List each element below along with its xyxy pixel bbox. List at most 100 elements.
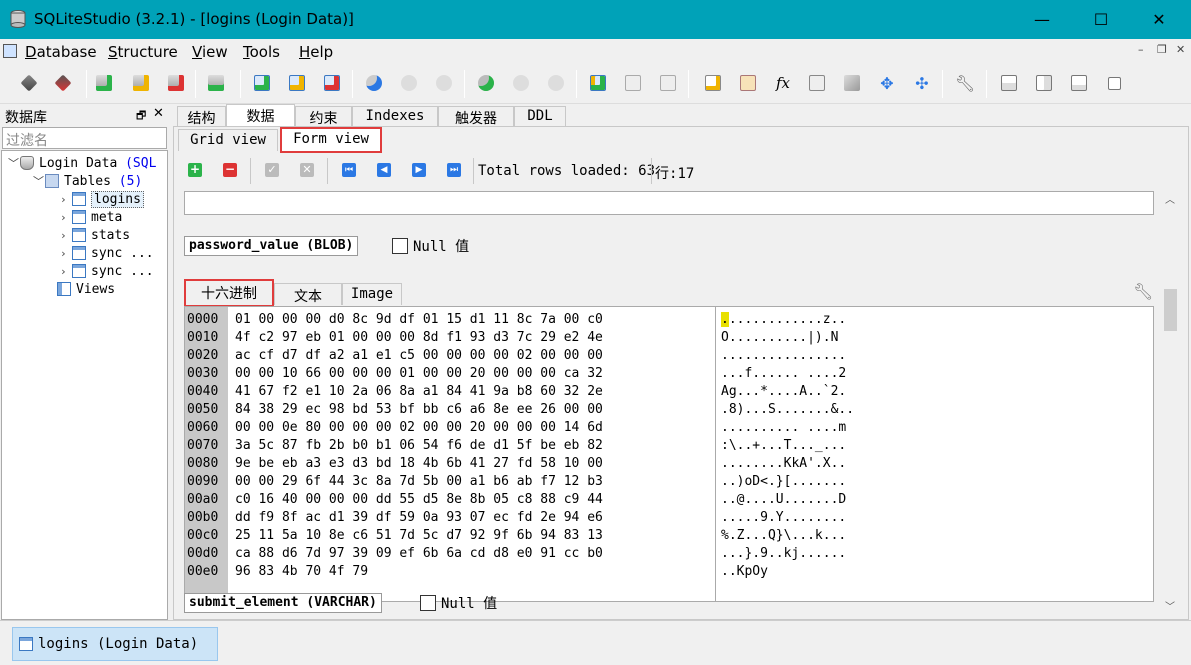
chevron-right-icon[interactable]: › (60, 247, 72, 260)
hex-ascii[interactable]: ........KkA'.X.. (721, 455, 846, 473)
hex-ascii[interactable]: %.Z...Q}\...k... (721, 527, 846, 545)
panel-float-icon[interactable]: 🗗︎ (136, 107, 146, 126)
add-view-icon[interactable] (587, 72, 609, 94)
add-index-icon[interactable] (363, 72, 385, 94)
chevron-down-icon[interactable]: ﹀ (8, 155, 20, 171)
tab-constraints[interactable]: 约束 (295, 106, 352, 127)
chevron-right-icon[interactable]: › (60, 229, 72, 242)
hex-ascii[interactable]: ..@....U.......D (721, 491, 846, 509)
null-checkbox[interactable]: Null 值 (420, 595, 497, 612)
edit-trigger-icon[interactable] (510, 72, 532, 94)
disconnect-icon[interactable] (52, 72, 74, 94)
tree-item-login-data[interactable]: ﹀ Login Data (SQL (8, 154, 156, 172)
hex-ascii[interactable]: ................ (721, 347, 846, 365)
maximize-button[interactable]: ☐ (1078, 0, 1124, 39)
mdi-window-icon[interactable] (3, 44, 17, 58)
tab-image[interactable]: Image (342, 283, 402, 305)
previous-row-icon[interactable]: ◀ (377, 163, 391, 177)
tab-form-view[interactable]: Form view (280, 127, 382, 153)
minimize-button[interactable]: — (1019, 0, 1065, 39)
hex-bytes[interactable]: ac cf d7 df a2 a1 e1 c5 00 00 00 00 02 0… (235, 347, 603, 365)
hex-ascii[interactable]: .....9.Y........ (721, 509, 846, 527)
chevron-right-icon[interactable]: › (60, 265, 72, 278)
form-scrollbar[interactable]: ︿ ﹀ (1162, 189, 1179, 615)
null-checkbox[interactable]: Null 值 (392, 238, 469, 255)
tree-item-table[interactable]: › sync ... (60, 262, 154, 280)
hex-bytes[interactable]: ca 88 d6 7d 97 39 09 ef 6b 6a cd d8 e0 9… (235, 545, 603, 563)
connect-icon[interactable] (18, 72, 40, 94)
chevron-down-icon[interactable]: ﹀ (33, 173, 45, 189)
rollback-icon[interactable]: ✕ (300, 163, 314, 177)
tile-horizontal-icon[interactable] (998, 72, 1020, 94)
chevron-right-icon[interactable]: › (60, 193, 72, 206)
edit-view-icon[interactable] (622, 72, 644, 94)
hex-ascii[interactable]: Ag...*....A..`2. (721, 383, 846, 401)
cascade-icon[interactable]: ✣ (911, 72, 933, 94)
cascade-windows-icon[interactable] (1068, 72, 1090, 94)
hex-bytes[interactable]: 00 00 10 66 00 00 00 01 00 00 20 00 00 0… (235, 365, 603, 383)
tile-vertical-icon[interactable] (1033, 72, 1055, 94)
window-task-logins[interactable]: logins (Login Data) (12, 627, 218, 661)
tree-item-table[interactable]: › logins (60, 190, 144, 208)
hex-ascii[interactable]: :\..+...T..._... (721, 437, 846, 455)
panel-close-icon[interactable]: ✕ (153, 106, 164, 121)
hex-bytes[interactable]: 25 11 5a 10 8e c6 51 7d 5c d7 92 9f 6b 9… (235, 527, 603, 545)
tab-triggers[interactable]: 触发器 (438, 106, 514, 127)
delete-table-icon[interactable] (321, 72, 343, 94)
tab-indexes[interactable]: Indexes (352, 106, 438, 126)
hex-bytes[interactable]: 00 00 0e 80 00 00 00 02 00 00 20 00 00 0… (235, 419, 603, 437)
last-row-icon[interactable]: ⏭ (447, 163, 461, 177)
scroll-up-icon[interactable]: ︿ (1165, 191, 1175, 206)
hex-editor[interactable]: 0000 01 00 00 00 d0 8c 9d df 01 15 d1 11 … (184, 306, 1154, 602)
add-table-icon[interactable] (251, 72, 273, 94)
first-row-icon[interactable]: ⏮ (342, 163, 356, 177)
chevron-right-icon[interactable]: › (60, 211, 72, 224)
edit-table-icon[interactable] (286, 72, 308, 94)
add-trigger-icon[interactable] (475, 72, 497, 94)
hex-bytes[interactable]: 00 00 29 6f 44 3c 8a 7d 5b 00 a1 b6 ab f… (235, 473, 603, 491)
mdi-restore-button[interactable]: ❐ (1157, 43, 1167, 56)
hex-ascii[interactable]: ..)oD<.}[....... (721, 473, 846, 491)
menu-structure[interactable]: Structure (108, 43, 178, 61)
tab-grid-view[interactable]: Grid view (178, 129, 278, 151)
tab-text[interactable]: 文本 (274, 283, 342, 305)
tab-ddl[interactable]: DDL (514, 106, 566, 126)
delete-index-icon[interactable] (433, 72, 455, 94)
next-row-icon[interactable]: ▶ (412, 163, 426, 177)
hex-ascii[interactable]: O..........|).N (721, 329, 838, 347)
commit-icon[interactable]: ✓ (265, 163, 279, 177)
config-icon[interactable]: 🔧︎ (954, 72, 976, 94)
menu-view[interactable]: View (192, 43, 228, 61)
previous-field-editor[interactable] (184, 191, 1154, 215)
delete-row-icon[interactable]: − (223, 163, 237, 177)
functions-icon[interactable]: fx (772, 72, 794, 94)
hex-bytes[interactable]: c0 16 40 00 00 00 dd 55 d5 8e 8b 05 c8 8… (235, 491, 603, 509)
extensions-icon[interactable] (841, 72, 863, 94)
mdi-minimize-button[interactable]: – (1138, 43, 1144, 56)
edit-database-icon[interactable] (130, 72, 152, 94)
edit-index-icon[interactable] (398, 72, 420, 94)
delete-view-icon[interactable] (657, 72, 679, 94)
hex-bytes[interactable]: dd f9 8f ac d1 39 df 59 0a 93 07 ec fd 2… (235, 509, 603, 527)
mdi-close-button[interactable]: ✕ (1176, 43, 1185, 56)
collations-icon[interactable] (806, 72, 828, 94)
hex-bytes[interactable]: 41 67 f2 e1 10 2a 06 8a a1 84 41 9a b8 6… (235, 383, 603, 401)
hex-ascii[interactable]: .8)...S.......&.. (721, 401, 854, 419)
hex-bytes[interactable]: 96 83 4b 70 4f 79 (235, 563, 368, 581)
checkbox-box[interactable] (420, 595, 436, 611)
tab-hex[interactable]: 十六进制 (184, 279, 274, 307)
wrench-icon[interactable]: 🔧︎ (1133, 282, 1153, 301)
hex-bytes[interactable]: 9e be eb a3 e3 d3 bd 18 4b 6b 41 27 fd 5… (235, 455, 603, 473)
menu-tools[interactable]: Tools (243, 43, 280, 61)
hex-ascii[interactable]: ...}.9..kj...... (721, 545, 846, 563)
checkbox-box[interactable] (392, 238, 408, 254)
add-database-icon[interactable] (93, 72, 115, 94)
scroll-thumb[interactable] (1164, 289, 1177, 331)
menu-database[interactable]: Database (25, 43, 97, 61)
tree-item-table[interactable]: › sync ... (60, 244, 154, 262)
tree-item-tables[interactable]: ﹀ Tables (5) (33, 172, 142, 190)
tree-item-table[interactable]: › meta (60, 208, 122, 226)
tree-item-table[interactable]: › stats (60, 226, 130, 244)
tab-data[interactable]: 数据 (226, 104, 295, 126)
hex-ascii[interactable]: .......... ....m (721, 419, 846, 437)
